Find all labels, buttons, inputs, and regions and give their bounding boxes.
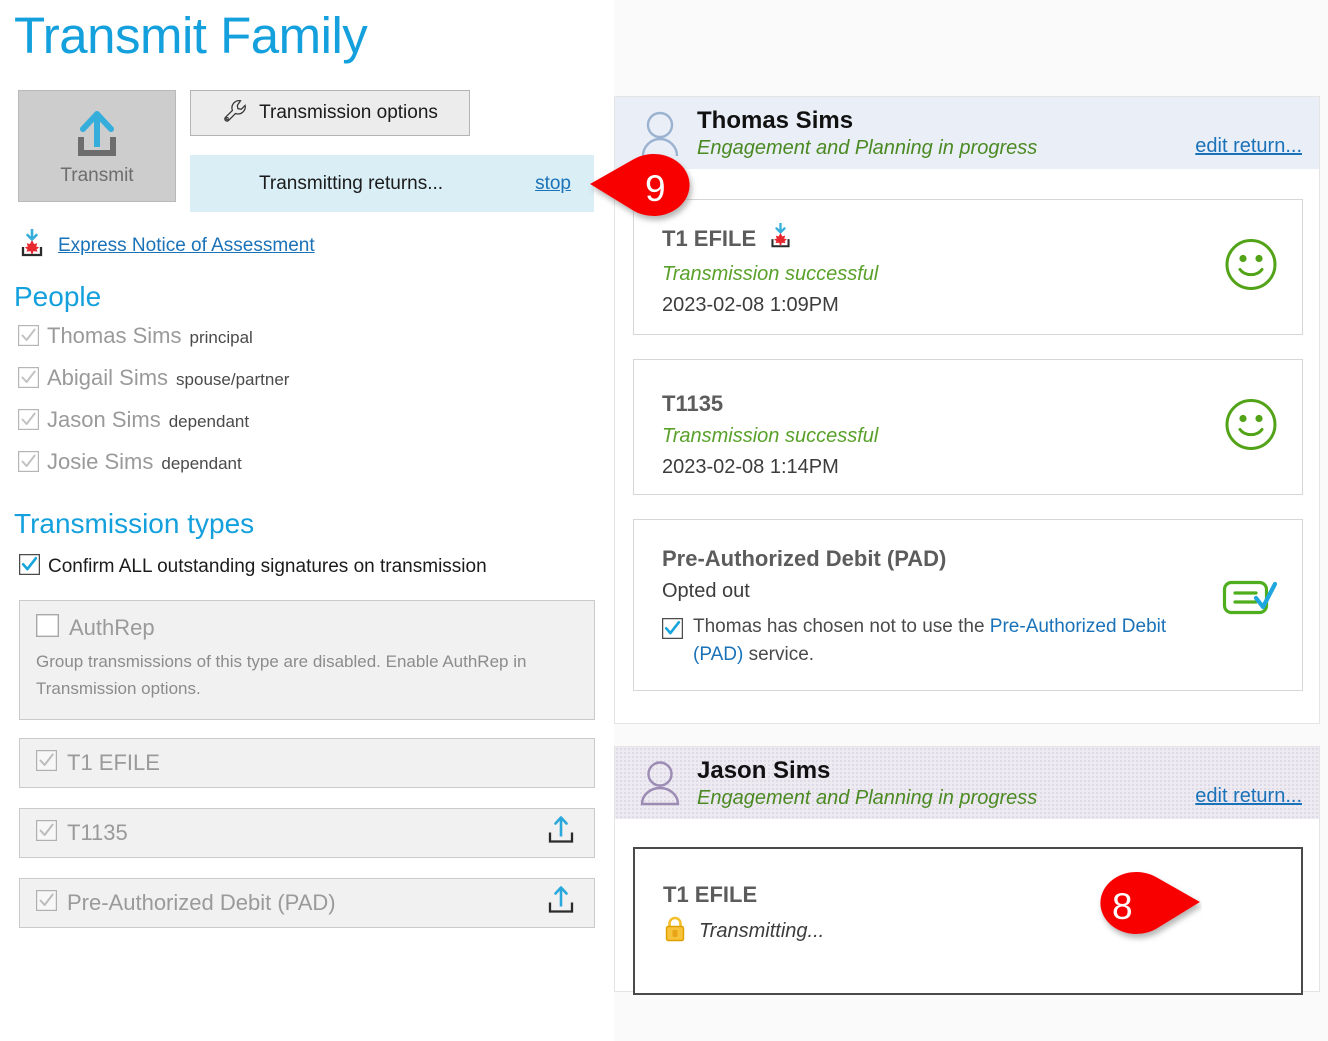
client-header: Thomas Sims Engagement and Planning in p…	[615, 97, 1319, 169]
transmission-type-label: AuthRep	[69, 615, 155, 640]
people-heading: People	[14, 281, 102, 312]
return-card-status: Transmission successful	[662, 425, 879, 447]
return-card-title: T1 EFILE	[663, 882, 758, 907]
transmitting-status-text: Transmitting returns...	[259, 172, 444, 194]
return-card-timestamp: 2023-02-08 1:09PM	[662, 294, 839, 316]
transmit-button-label: Transmit	[60, 164, 134, 186]
transmission-type-label: T1 EFILE	[67, 750, 160, 775]
transmission-type-header: AuthRep	[35, 613, 578, 642]
people-item-role: dependant	[168, 412, 250, 431]
people-item-name: Josie Sims	[47, 449, 154, 474]
transmission-type-t1-efile[interactable]: T1 EFILE	[19, 738, 595, 788]
checkbox-unchecked-disabled-icon	[35, 613, 60, 642]
transmission-type-description: Group transmissions of this type are dis…	[36, 652, 527, 698]
client-name: Jason Sims	[697, 756, 831, 784]
transmitting-status-bar: Transmitting returns... stop	[190, 155, 594, 212]
stop-link[interactable]: stop	[535, 173, 571, 195]
pad-optout-text: Thomas has chosen not to use the Pre-Aut…	[693, 613, 1193, 669]
callout-marker-9: 9	[588, 150, 718, 228]
checkbox-checked-disabled-icon	[36, 750, 57, 776]
callout-number: 9	[645, 168, 666, 209]
pad-optout-text-tail: service.	[743, 644, 815, 665]
transmission-type-t1135[interactable]: T1135	[19, 808, 595, 858]
confirm-signatures-label: Confirm ALL outstanding signatures on tr…	[48, 556, 487, 577]
transmission-types-heading: Transmission types	[14, 508, 255, 539]
return-card-timestamp: 2023-02-08 1:14PM	[662, 456, 839, 478]
checkbox-checked-disabled-icon	[18, 451, 39, 477]
transmit-button[interactable]: Transmit	[18, 90, 176, 202]
people-item-name: Abigail Sims	[47, 365, 169, 390]
pad-optout-note[interactable]: Thomas has chosen not to use the Pre-Aut…	[661, 613, 1302, 669]
return-card-status: Opted out	[662, 580, 750, 602]
people-item-name: Jason Sims	[47, 407, 161, 432]
person-silhouette-icon	[635, 758, 685, 808]
return-card-t1-efile-transmitting: T1 EFILE Transmitting...	[633, 847, 1303, 995]
edit-return-link[interactable]: edit return...	[1195, 135, 1302, 158]
people-item-thomas-sims[interactable]: Thomas Sims principal	[18, 322, 253, 352]
express-notice-row[interactable]: Express Notice of Assessment	[18, 228, 315, 263]
express-notice-label: Express Notice of Assessment	[58, 234, 315, 256]
checkbox-checked-disabled-icon	[36, 820, 57, 846]
transmission-type-pad[interactable]: Pre-Authorized Debit (PAD)	[19, 878, 595, 928]
return-card-title: T1 EFILE	[662, 226, 757, 251]
smiley-face-icon	[1224, 238, 1278, 297]
people-item-name: Thomas Sims	[47, 323, 182, 348]
return-card-title: T1135	[662, 391, 724, 416]
people-item-role: principal	[189, 328, 253, 347]
confirm-signatures-checkbox[interactable]: Confirm ALL outstanding signatures on tr…	[18, 553, 487, 580]
right-panel: Thomas Sims Engagement and Planning in p…	[614, 0, 1328, 1041]
download-maple-leaf-icon	[18, 228, 46, 263]
upload-arrow-icon[interactable]	[544, 885, 578, 922]
return-card-status-row: Transmitting...	[663, 915, 1301, 948]
people-item-role: spouse/partner	[176, 370, 290, 389]
return-card-t1135: T1135 Transmission successful 2023-02-08…	[633, 359, 1303, 495]
client-status: Engagement and Planning in progress	[697, 136, 1038, 159]
left-panel: Transmit Family Transmit Transmission op…	[0, 0, 614, 1041]
return-card-title-row: T1 EFILE	[662, 222, 1302, 255]
people-item-josie-sims[interactable]: Josie Sims dependant	[18, 448, 242, 478]
client-header: Jason Sims Engagement and Planning in pr…	[615, 747, 1319, 819]
checkbox-checked-disabled-icon	[36, 890, 57, 916]
transmission-options-label: Transmission options	[259, 102, 438, 123]
pad-optout-text-lead: Thomas has chosen not to use the	[693, 616, 990, 637]
people-item-abigail-sims[interactable]: Abigail Sims spouse/partner	[18, 364, 289, 394]
checkbox-checked-disabled-icon	[18, 367, 39, 393]
checkbox-checked-disabled-icon	[18, 325, 39, 351]
return-card-pad: Pre-Authorized Debit (PAD) Opted out Tho…	[633, 519, 1303, 691]
checkbox-checked-icon	[661, 613, 684, 669]
transmission-type-label: T1135	[67, 820, 128, 845]
transmit-family-screen: Transmit Family Transmit Transmission op…	[0, 0, 1328, 1041]
checkbox-checked-icon	[18, 553, 41, 580]
callout-marker-8: 8	[1072, 868, 1202, 946]
people-item-jason-sims[interactable]: Jason Sims dependant	[18, 406, 249, 436]
return-card-title: Pre-Authorized Debit (PAD)	[662, 546, 947, 571]
edit-return-link[interactable]: edit return...	[1195, 785, 1302, 808]
transmission-options-button[interactable]: Transmission options	[190, 90, 470, 136]
callout-number: 8	[1112, 886, 1133, 927]
client-name: Thomas Sims	[697, 106, 854, 134]
checkbox-checked-disabled-icon	[18, 409, 39, 435]
return-card-status: Transmitting...	[699, 920, 825, 942]
form-check-icon	[1222, 578, 1278, 623]
smiley-face-icon	[1224, 398, 1278, 457]
download-maple-leaf-icon	[768, 222, 793, 255]
return-card-title-row: Pre-Authorized Debit (PAD)	[662, 545, 1302, 572]
transmission-type-authrep[interactable]: AuthRep Group transmissions of this type…	[19, 600, 595, 720]
upload-arrow-icon	[68, 109, 126, 161]
return-card-title-row: T1135	[662, 390, 1302, 417]
lock-icon	[663, 915, 687, 948]
upload-arrow-icon[interactable]	[544, 815, 578, 852]
people-item-role: dependant	[161, 454, 242, 473]
client-status: Engagement and Planning in progress	[697, 786, 1038, 809]
transmission-type-label: Pre-Authorized Debit (PAD)	[67, 890, 336, 915]
page-title: Transmit Family	[14, 7, 368, 64]
return-card-status: Transmission successful	[662, 263, 879, 285]
wrench-icon	[222, 98, 248, 129]
client-identity: Thomas Sims Engagement and Planning in p…	[697, 106, 1037, 161]
return-card-title-row: T1 EFILE	[663, 881, 1301, 908]
return-card-t1-efile: T1 EFILE Transmission successful 2023-02…	[633, 199, 1303, 335]
client-block-thomas-sims: Thomas Sims Engagement and Planning in p…	[614, 96, 1320, 724]
client-identity: Jason Sims Engagement and Planning in pr…	[697, 756, 1037, 811]
client-block-jason-sims: Jason Sims Engagement and Planning in pr…	[614, 746, 1320, 995]
